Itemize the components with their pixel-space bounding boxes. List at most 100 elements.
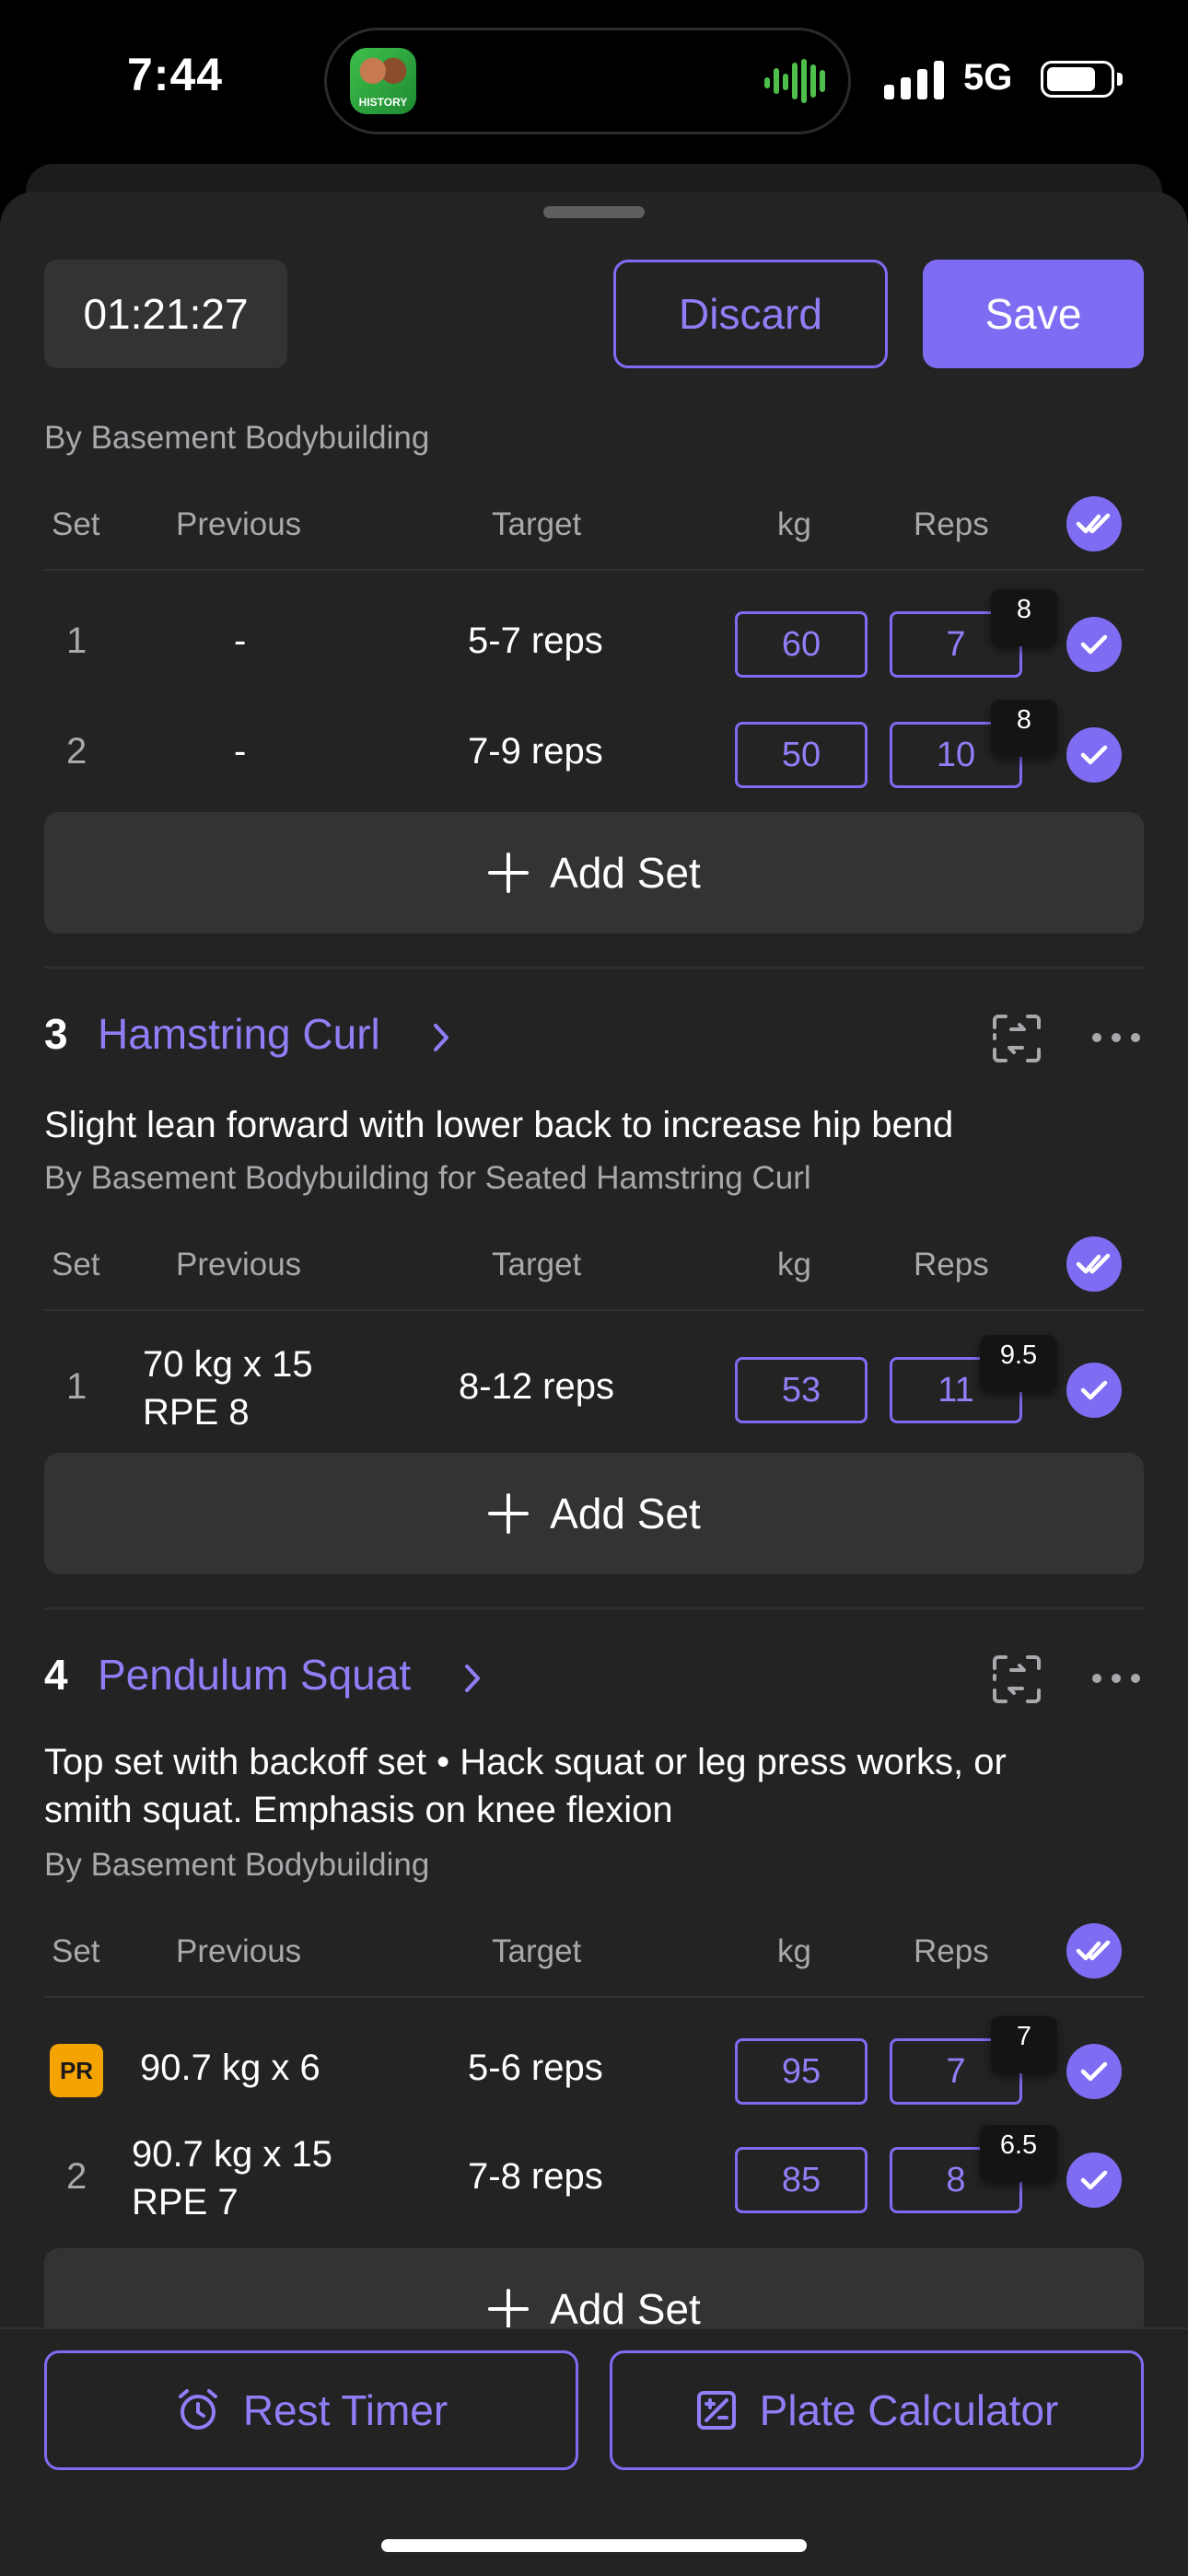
- rest-timer-label: Rest Timer: [242, 2386, 448, 2434]
- plate-calculator-label: Plate Calculator: [759, 2386, 1059, 2434]
- set-number: 1: [66, 621, 87, 661]
- column-set: Set: [52, 1933, 100, 1969]
- swap-exercise-icon[interactable]: [991, 1013, 1042, 1064]
- discard-button[interactable]: Discard: [613, 260, 888, 368]
- swap-exercise-icon[interactable]: [991, 1654, 1042, 1705]
- rpe-badge[interactable]: 8: [991, 589, 1057, 646]
- divider: [44, 1607, 1144, 1609]
- plus-icon: [488, 1493, 530, 1534]
- chevron-right-icon: [434, 1024, 448, 1051]
- alarm-clock-icon: [178, 2389, 217, 2430]
- kg-input[interactable]: 95: [735, 2038, 868, 2105]
- divider: [44, 1309, 1144, 1311]
- set-number: 1: [66, 1366, 87, 1407]
- calculator-icon: [696, 2391, 736, 2430]
- column-target: Target: [492, 1247, 582, 1282]
- sheet-drag-handle[interactable]: [543, 206, 645, 218]
- more-options-icon[interactable]: [1090, 1672, 1142, 1685]
- kg-input[interactable]: 85: [735, 2147, 868, 2213]
- rpe-badge[interactable]: 7: [991, 2016, 1057, 2073]
- column-set: Set: [52, 1247, 100, 1282]
- complete-set-button[interactable]: [1066, 727, 1122, 783]
- workout-timer[interactable]: 01:21:27: [44, 260, 287, 368]
- status-time: 7:44: [127, 49, 224, 100]
- previous-value: -: [234, 731, 247, 772]
- plate-calculator-button[interactable]: Plate Calculator: [610, 2350, 1144, 2470]
- check-all-button[interactable]: [1066, 1236, 1122, 1292]
- exercise-header[interactable]: 4 Pendulum Squat: [44, 1644, 542, 1700]
- complete-set-button[interactable]: [1066, 617, 1122, 672]
- set-row: PR 90.7 kg x 6 5-6 reps 95 7 7: [0, 2016, 1188, 2116]
- exercise-note: Top set with backoff set • Hack squat or…: [44, 1738, 1007, 1834]
- exercise-header[interactable]: 3 Hamstring Curl: [44, 1004, 505, 1059]
- check-icon: [1080, 1380, 1108, 1400]
- column-kg: kg: [777, 1933, 811, 1969]
- add-set-label: Add Set: [550, 1490, 701, 1537]
- column-kg: kg: [777, 1247, 811, 1282]
- complete-set-button[interactable]: [1066, 1363, 1122, 1418]
- target-reps: 8-12 reps: [459, 1366, 614, 1407]
- complete-set-button[interactable]: [1066, 2044, 1122, 2099]
- chevron-right-icon: [465, 1665, 480, 1692]
- plus-icon: [488, 2289, 530, 2329]
- divider: [44, 967, 1144, 969]
- check-all-button[interactable]: [1066, 496, 1122, 551]
- plus-icon: [488, 853, 530, 893]
- complete-set-button[interactable]: [1066, 2152, 1122, 2208]
- kg-input[interactable]: 60: [735, 611, 868, 678]
- network-type: 5G: [963, 57, 1013, 98]
- exercise-name[interactable]: Hamstring Curl: [98, 1009, 380, 1059]
- home-indicator[interactable]: [381, 2539, 807, 2552]
- previous-line: 70 kg x 15: [143, 1344, 313, 1385]
- previous-line: RPE 7: [132, 2182, 239, 2222]
- kg-input[interactable]: 53: [735, 1357, 868, 1423]
- set-row: 2 90.7 kg x 15 RPE 7 7-8 reps 85 8 6.5: [0, 2123, 1188, 2234]
- set-number: 2: [66, 731, 87, 772]
- divider: [44, 569, 1144, 571]
- check-all-button[interactable]: [1066, 1923, 1122, 1978]
- rpe-badge[interactable]: 6.5: [980, 2125, 1057, 2182]
- previous-value: -: [234, 621, 247, 661]
- workout-sheet: 01:21:27 Discard Save By Basement Bodybu…: [0, 191, 1188, 2574]
- target-reps: 7-8 reps: [468, 2156, 603, 2197]
- check-icon: [1080, 745, 1108, 765]
- exercise-author: By Basement Bodybuilding: [44, 420, 430, 456]
- column-target: Target: [492, 506, 582, 542]
- previous-value: 90.7 kg x 6: [140, 2048, 320, 2088]
- column-previous: Previous: [176, 1247, 302, 1282]
- kg-input[interactable]: 50: [735, 722, 868, 788]
- double-check-icon: [1076, 513, 1111, 534]
- exercise-name[interactable]: Pendulum Squat: [98, 1650, 411, 1700]
- set-row: 2 - 7-9 reps 50 10 8: [0, 700, 1188, 799]
- column-previous: Previous: [176, 1933, 302, 1969]
- add-set-button[interactable]: Add Set: [44, 812, 1144, 934]
- add-set-label: Add Set: [550, 849, 701, 897]
- column-reps: Reps: [914, 1933, 989, 1969]
- note-line: smith squat. Emphasis on knee flexion: [44, 1790, 673, 1830]
- live-activity-app-icon[interactable]: HISTORY: [350, 48, 416, 114]
- set-number: 2: [66, 2156, 87, 2197]
- save-button[interactable]: Save: [923, 260, 1144, 368]
- check-icon: [1080, 2061, 1108, 2082]
- rpe-badge[interactable]: 9.5: [980, 1335, 1057, 1392]
- column-target: Target: [492, 1933, 582, 1969]
- target-reps: 7-9 reps: [468, 731, 603, 772]
- check-icon: [1080, 2170, 1108, 2190]
- rest-timer-button[interactable]: Rest Timer: [44, 2350, 578, 2470]
- column-set: Set: [52, 506, 100, 542]
- add-set-button[interactable]: Add Set: [44, 1453, 1144, 1574]
- previous-value: 70 kg x 15 RPE 8: [143, 1340, 313, 1436]
- set-row: 1 - 5-7 reps 60 7 8: [0, 589, 1188, 689]
- audio-waveform-icon: [764, 57, 825, 105]
- exercise-number: 3: [44, 1010, 68, 1058]
- set-row: 1 70 kg x 15 RPE 8 8-12 reps 53 11 9.5: [0, 1333, 1188, 1444]
- double-check-icon: [1076, 1940, 1111, 1961]
- previous-line: 90.7 kg x 15: [132, 2134, 332, 2175]
- more-options-icon[interactable]: [1090, 1031, 1142, 1044]
- double-check-icon: [1076, 1253, 1111, 1274]
- exercise-note: Slight lean forward with lower back to i…: [44, 1105, 954, 1145]
- add-set-label: Add Set: [550, 2285, 701, 2333]
- rpe-badge[interactable]: 8: [991, 700, 1057, 757]
- pr-badge: PR: [50, 2044, 103, 2097]
- check-icon: [1080, 634, 1108, 655]
